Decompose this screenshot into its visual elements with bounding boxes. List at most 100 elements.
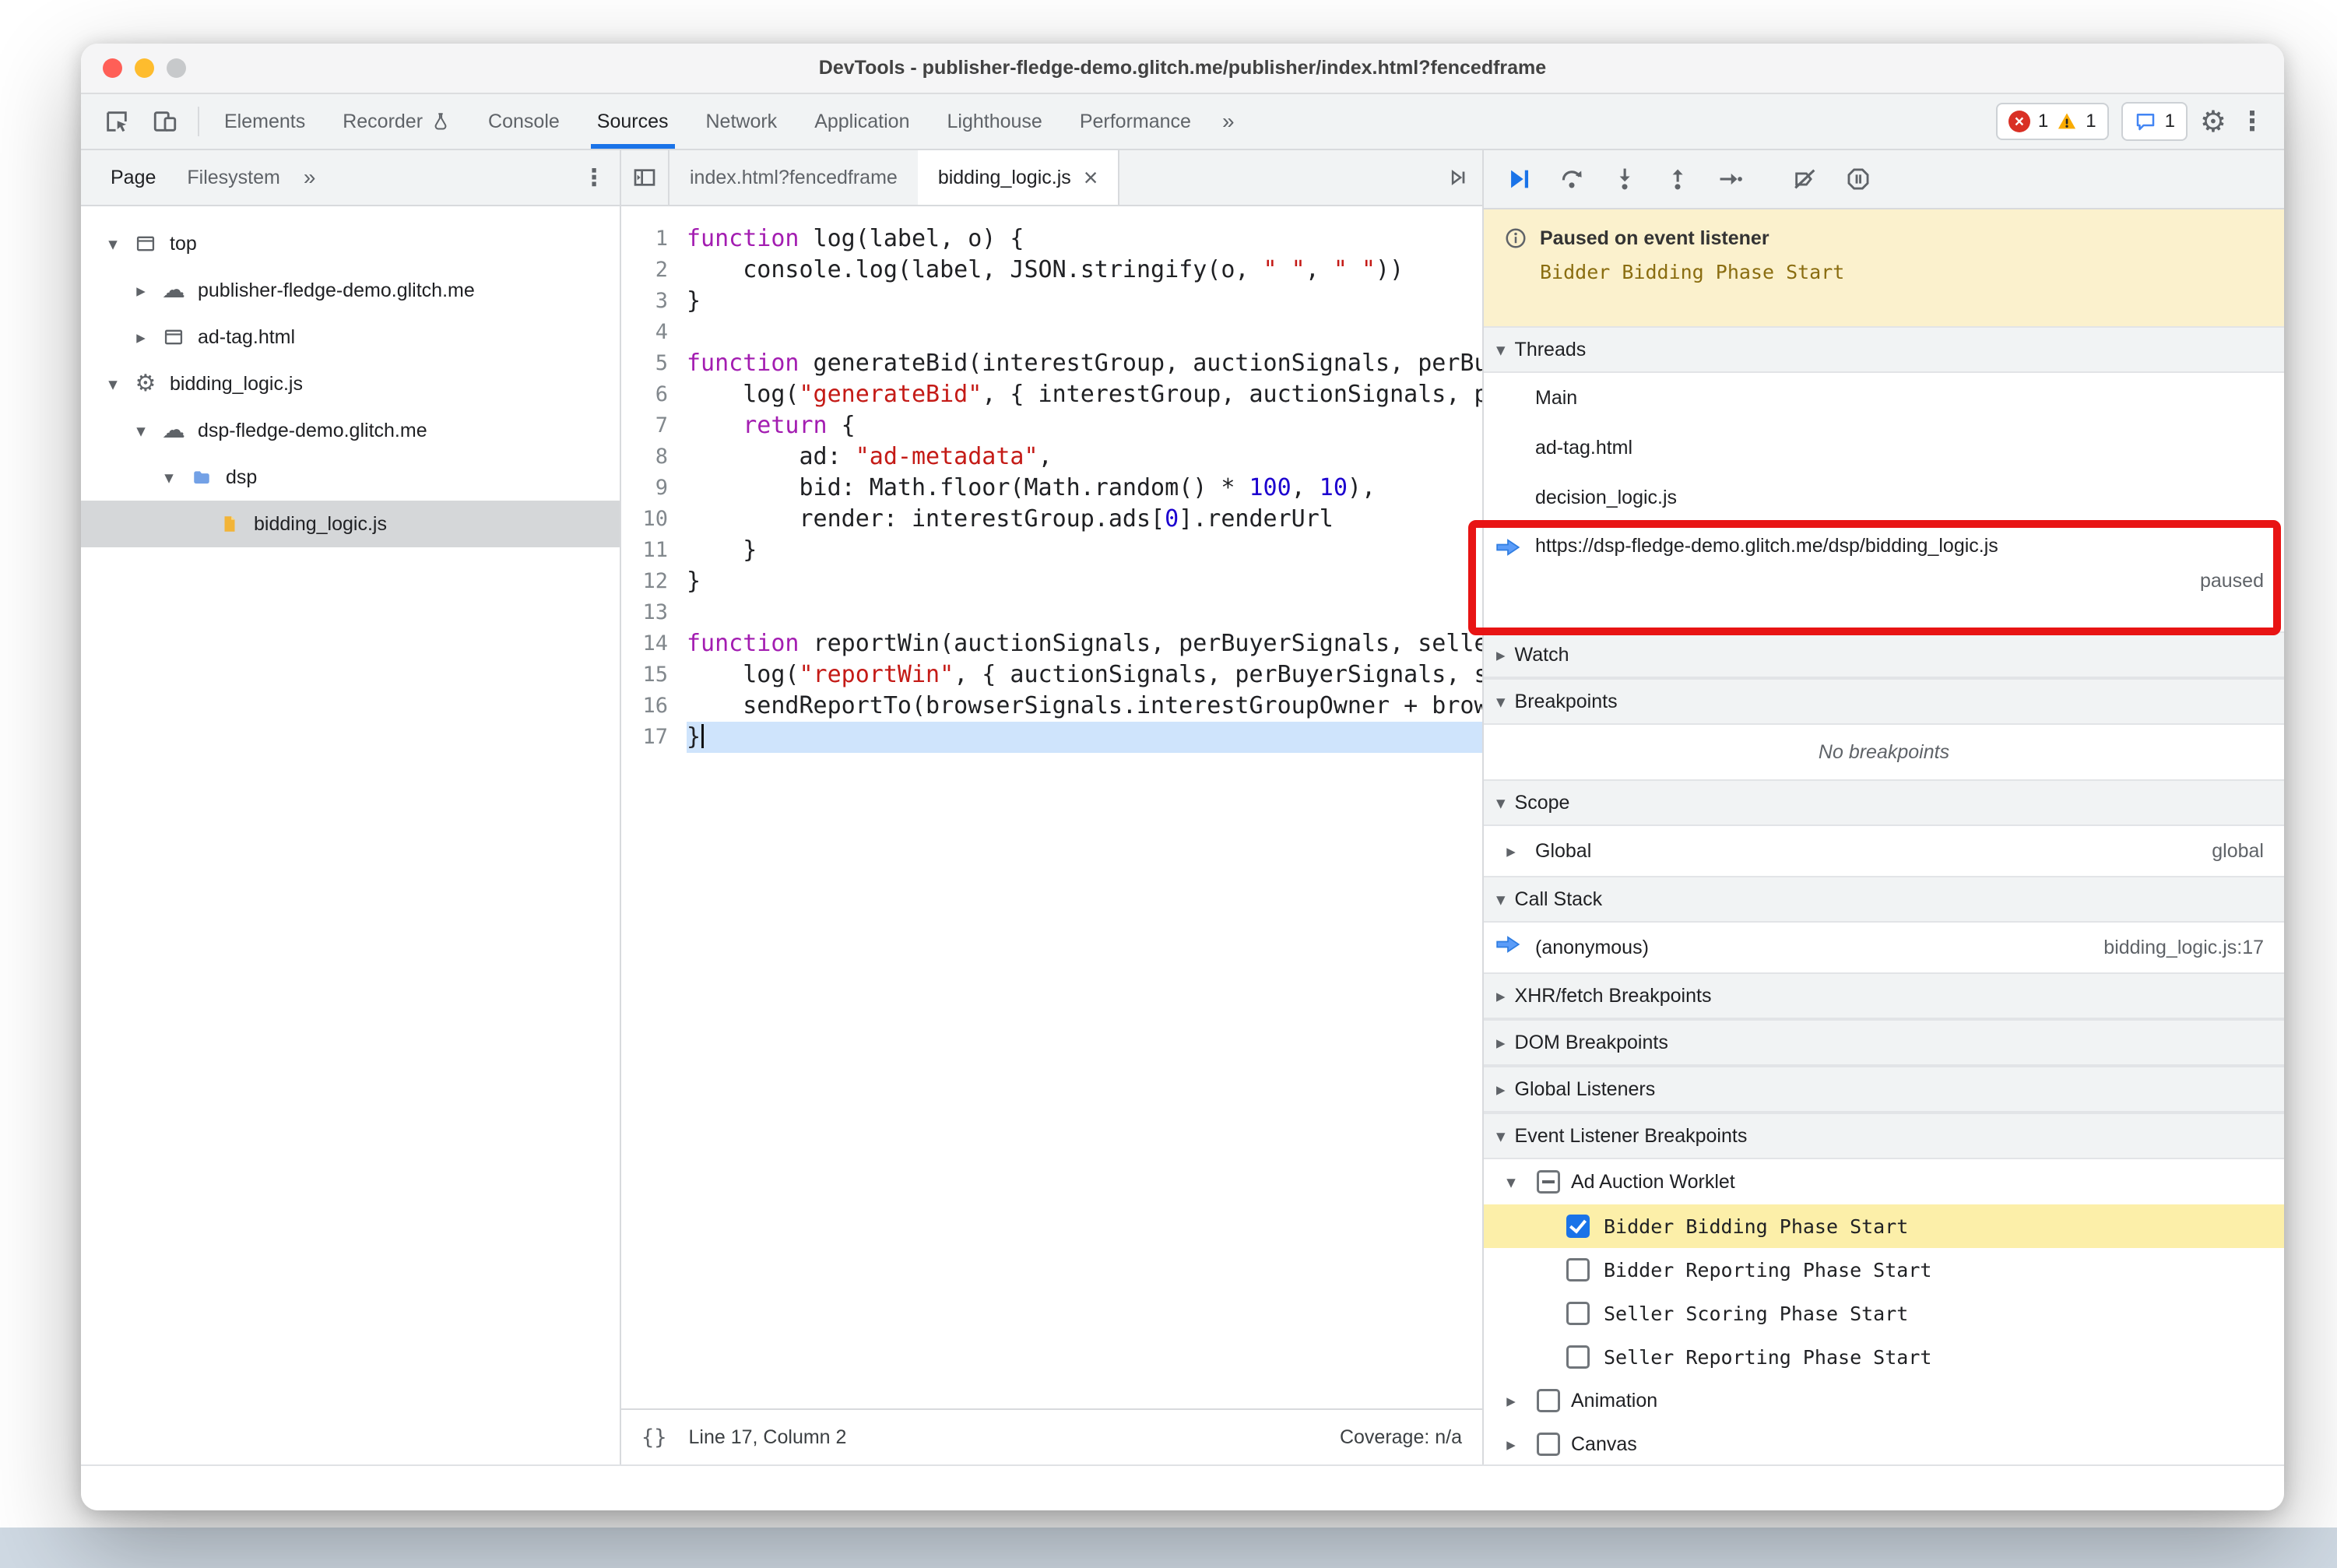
elb-group-animation[interactable]: ▸ Animation (1484, 1379, 2284, 1422)
code-text[interactable] (687, 317, 1482, 348)
line-number[interactable]: 11 (621, 535, 687, 566)
checkbox-unchecked[interactable] (1537, 1389, 1560, 1412)
checkbox-unchecked[interactable] (1537, 1433, 1560, 1456)
step-over-button[interactable] (1549, 156, 1594, 202)
thread-item-decision-logic[interactable]: decision_logic.js (1484, 473, 2284, 522)
step-out-button[interactable] (1655, 156, 1700, 202)
navigator-more-tabs-button[interactable]: » (296, 165, 324, 190)
thread-item-ad-tag[interactable]: ad-tag.html (1484, 423, 2284, 473)
expander-icon[interactable]: ▾ (98, 374, 128, 395)
line-number[interactable]: 1 (621, 223, 687, 255)
expander-icon[interactable]: ▾ (154, 467, 184, 488)
tree-item-dsp-domain[interactable]: ▾ ☁ dsp-fledge-demo.glitch.me (81, 407, 620, 454)
line-number[interactable]: 9 (621, 473, 687, 504)
deactivate-breakpoints-button[interactable] (1783, 156, 1828, 202)
line-number[interactable]: 15 (621, 659, 687, 691)
checkbox-checked[interactable] (1566, 1215, 1590, 1238)
code-text[interactable]: function reportWin(auctionSignals, perBu… (687, 628, 1482, 659)
tab-elements[interactable]: Elements (206, 94, 324, 149)
expander-icon[interactable]: ▸ (1496, 1434, 1526, 1455)
expander-icon[interactable]: ▸ (1496, 1390, 1526, 1412)
line-number[interactable]: 16 (621, 691, 687, 722)
line-number[interactable]: 12 (621, 566, 687, 597)
settings-gear-icon[interactable]: ⚙ (2200, 104, 2226, 139)
code-text[interactable]: } (687, 286, 1482, 317)
tab-lighthouse[interactable]: Lighthouse (929, 94, 1061, 149)
tab-sources[interactable]: Sources (578, 94, 687, 149)
code-text[interactable]: render: interestGroup.ads[0].renderUrl (687, 504, 1482, 535)
tree-item-dsp-folder[interactable]: ▾ dsp (81, 454, 620, 501)
code-text[interactable]: console.log(label, JSON.stringify(o, " "… (687, 255, 1482, 286)
navigator-tab-filesystem[interactable]: Filesystem (171, 150, 295, 205)
code-text[interactable]: bid: Math.floor(Math.random() * 100, 10)… (687, 473, 1482, 504)
inspect-element-button[interactable] (97, 101, 137, 142)
tree-item-bidding-logic-worklet[interactable]: ▾ ⚙ bidding_logic.js (81, 360, 620, 407)
code-text[interactable]: } (687, 722, 1482, 753)
expander-icon[interactable]: ▸ (126, 327, 156, 348)
close-tab-icon[interactable]: × (1084, 165, 1098, 190)
call-stack-frame-anonymous[interactable]: (anonymous) bidding_logic.js:17 (1484, 923, 2284, 972)
code-text[interactable]: ad: "ad-metadata", (687, 441, 1482, 473)
section-event-listener-breakpoints[interactable]: ▾ Event Listener Breakpoints (1484, 1113, 2284, 1159)
code-text[interactable]: return { (687, 410, 1482, 441)
thread-item-bidding-logic-paused[interactable]: https://dsp-fledge-demo.glitch.me/dsp/bi… (1484, 522, 2284, 631)
line-number[interactable]: 13 (621, 597, 687, 628)
elb-item-seller-scoring-phase-start[interactable]: Seller Scoring Phase Start (1484, 1292, 2284, 1335)
resume-button[interactable] (1496, 156, 1541, 202)
thread-item-main[interactable]: Main (1484, 373, 2284, 423)
section-scope[interactable]: ▾ Scope (1484, 779, 2284, 826)
section-threads[interactable]: ▾ Threads (1484, 326, 2284, 373)
code-editor[interactable]: 1 function log(label, o) {2 console.log(l… (621, 206, 1482, 1408)
tab-recorder[interactable]: Recorder (324, 94, 469, 149)
tree-item-publisher-domain[interactable]: ▸ ☁ publisher-fledge-demo.glitch.me (81, 267, 620, 314)
line-number[interactable]: 10 (621, 504, 687, 535)
section-xhr-breakpoints[interactable]: ▸ XHR/fetch Breakpoints (1484, 972, 2284, 1019)
line-number[interactable]: 14 (621, 628, 687, 659)
toggle-navigator-button[interactable] (621, 150, 669, 205)
minimize-window-button[interactable] (135, 58, 154, 78)
more-tabs-button[interactable]: » (1210, 94, 1247, 149)
section-call-stack[interactable]: ▾ Call Stack (1484, 876, 2284, 923)
line-number[interactable]: 4 (621, 317, 687, 348)
editor-tab-index-html[interactable]: index.html?fencedframe (669, 150, 918, 205)
step-button[interactable] (1708, 156, 1753, 202)
navigator-tab-page[interactable]: Page (95, 150, 171, 205)
pretty-print-button[interactable]: {} (641, 1426, 667, 1450)
line-number[interactable]: 5 (621, 348, 687, 379)
elb-item-bidder-bidding-phase-start[interactable]: Bidder Bidding Phase Start (1484, 1204, 2284, 1248)
elb-group-ad-auction-worklet[interactable]: ▾ Ad Auction Worklet (1484, 1159, 2284, 1204)
quick-open-button[interactable] (1446, 150, 1482, 205)
checkbox-indeterminate[interactable] (1537, 1170, 1560, 1194)
code-text[interactable]: function log(label, o) { (687, 223, 1482, 255)
navigator-menu-icon[interactable]: ⋮ (582, 164, 606, 192)
zoom-window-button[interactable] (167, 58, 186, 78)
code-text[interactable]: log("reportWin", { auctionSignals, perBu… (687, 659, 1482, 691)
expander-icon[interactable]: ▾ (1496, 1172, 1526, 1193)
line-number[interactable]: 3 (621, 286, 687, 317)
messages-button[interactable]: 1 (2121, 102, 2188, 141)
step-into-button[interactable] (1602, 156, 1647, 202)
tab-application[interactable]: Application (796, 94, 928, 149)
more-options-icon[interactable]: ⋮ (2239, 106, 2265, 137)
code-text[interactable] (687, 597, 1482, 628)
expander-icon[interactable]: ▸ (1496, 841, 1526, 862)
code-text[interactable]: function generateBid(interestGroup, auct… (687, 348, 1482, 379)
code-text[interactable]: } (687, 535, 1482, 566)
section-dom-breakpoints[interactable]: ▸ DOM Breakpoints (1484, 1019, 2284, 1066)
expander-icon[interactable]: ▾ (126, 420, 156, 441)
expander-icon[interactable]: ▸ (126, 280, 156, 301)
code-text[interactable]: sendReportTo(browserSignals.interestGrou… (687, 691, 1482, 722)
tab-performance[interactable]: Performance (1061, 94, 1210, 149)
section-global-listeners[interactable]: ▸ Global Listeners (1484, 1066, 2284, 1113)
tree-item-bidding-logic-file[interactable]: bidding_logic.js (81, 501, 620, 547)
pause-on-exceptions-button[interactable] (1836, 156, 1881, 202)
tab-network[interactable]: Network (687, 94, 796, 149)
section-breakpoints[interactable]: ▾ Breakpoints (1484, 678, 2284, 725)
line-number[interactable]: 8 (621, 441, 687, 473)
tree-item-top[interactable]: ▾ top (81, 220, 620, 267)
code-text[interactable]: } (687, 566, 1482, 597)
code-text[interactable]: log("generateBid", { interestGroup, auct… (687, 379, 1482, 410)
device-toolbar-button[interactable] (145, 101, 185, 142)
section-watch[interactable]: ▸ Watch (1484, 631, 2284, 678)
elb-item-bidder-reporting-phase-start[interactable]: Bidder Reporting Phase Start (1484, 1248, 2284, 1292)
